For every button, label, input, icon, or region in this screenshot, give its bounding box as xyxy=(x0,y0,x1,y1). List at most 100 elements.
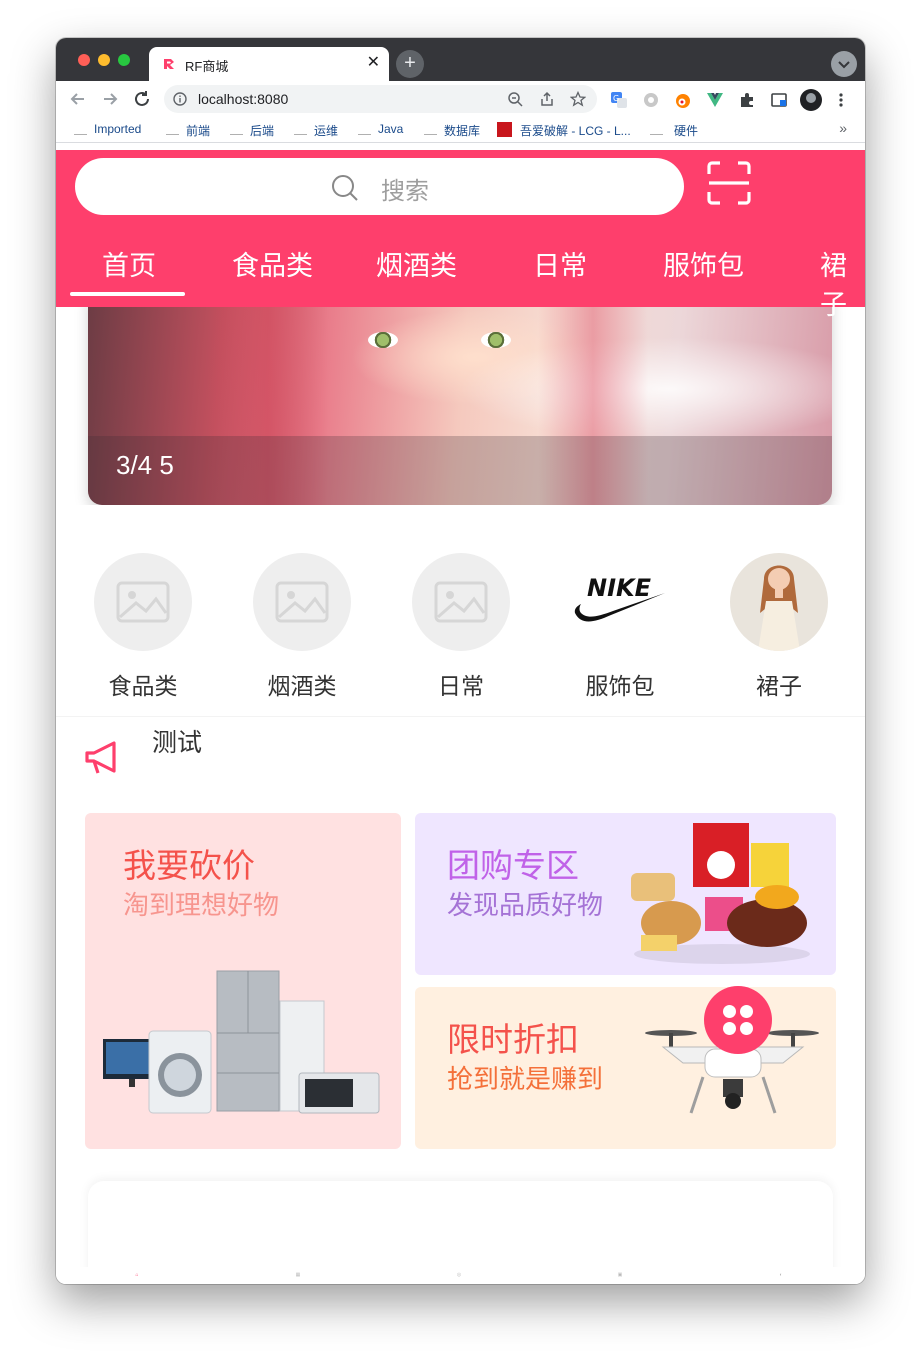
appliances-illustration xyxy=(103,970,380,1114)
folder-icon xyxy=(294,126,307,135)
share-icon[interactable] xyxy=(539,91,555,107)
tab-strip: RF商城 ✕ + xyxy=(56,38,865,81)
shortcut-food[interactable]: 食品类 xyxy=(94,553,192,701)
reading-list-icon[interactable] xyxy=(770,91,788,109)
image-placeholder-icon xyxy=(412,553,510,651)
shortcut-skirts[interactable]: 裙子 xyxy=(730,553,828,701)
folder-icon xyxy=(650,126,663,135)
tab-search-button[interactable] xyxy=(831,51,857,77)
user-icon[interactable]: ◐ xyxy=(776,1270,786,1280)
new-tab-button[interactable]: + xyxy=(396,50,424,78)
minimize-window-button[interactable] xyxy=(98,54,110,66)
folder-icon xyxy=(230,126,243,135)
bookmark-frontend[interactable]: 前端 xyxy=(186,122,210,139)
tab-home[interactable]: 首页 xyxy=(102,244,156,283)
svg-text:G: G xyxy=(613,94,619,103)
discover-icon[interactable]: ◎ xyxy=(454,1270,464,1280)
tab-skirts[interactable]: 裙子 xyxy=(820,244,865,322)
active-tab-indicator xyxy=(70,292,185,296)
shortcut-label: 日常 xyxy=(438,673,484,699)
close-tab-icon[interactable]: ✕ xyxy=(367,53,380,73)
browser-window: RF商城 ✕ + localhost:8080 G Imported 前端 后端… xyxy=(56,38,865,1284)
search-input[interactable]: 搜索 xyxy=(75,158,684,215)
shortcut-label: 裙子 xyxy=(756,673,802,699)
snacks-illustration xyxy=(631,823,810,964)
shortcut-tobacco-alcohol[interactable]: 烟酒类 xyxy=(253,553,351,701)
profile-avatar[interactable] xyxy=(800,89,822,111)
vue-devtools-icon[interactable] xyxy=(706,91,724,109)
banner-carousel[interactable]: 3/4 5 xyxy=(88,294,832,505)
tab-food[interactable]: 食品类 xyxy=(232,244,313,283)
notice-bar[interactable]: 测试 xyxy=(56,716,865,794)
promo-group-subtitle: 发现品质好物 xyxy=(447,890,604,920)
promo-bargain-subtitle: 淘到理想好物 xyxy=(123,890,280,920)
maximize-window-button[interactable] xyxy=(118,54,130,66)
rf-favicon-icon xyxy=(164,59,174,69)
category-icon[interactable]: ▦ xyxy=(293,1270,303,1280)
search-icon xyxy=(332,175,358,201)
shortcut-daily[interactable]: 日常 xyxy=(412,553,510,701)
bookmark-ops[interactable]: 运维 xyxy=(314,122,338,139)
promo-group-title: 团购专区 xyxy=(447,847,579,884)
tab-daily[interactable]: 日常 xyxy=(533,244,587,283)
tab-apparel[interactable]: 服饰包 xyxy=(663,244,744,283)
close-window-button[interactable] xyxy=(78,54,90,66)
gear-extension-icon[interactable] xyxy=(642,91,660,109)
zoom-icon[interactable] xyxy=(507,91,523,107)
nike-logo: NIKE xyxy=(571,553,669,651)
bookmark-backend[interactable]: 后端 xyxy=(250,122,274,139)
bookmarks-overflow-icon[interactable]: » xyxy=(839,120,847,136)
forward-icon[interactable] xyxy=(99,88,121,110)
translate-extension-icon[interactable]: G xyxy=(610,91,628,109)
model-photo xyxy=(730,553,828,651)
four-petal-menu-icon xyxy=(723,1005,753,1035)
floating-menu-button[interactable] xyxy=(704,986,772,1054)
extensions-puzzle-icon[interactable] xyxy=(738,91,756,109)
bookmark-java[interactable]: Java xyxy=(378,122,403,136)
promo-bargain[interactable]: 我要砍价 淘到理想好物 xyxy=(85,813,401,1149)
bookmark-hardware[interactable]: 硬件 xyxy=(674,122,698,139)
shortcut-label: 食品类 xyxy=(108,673,178,699)
url-text[interactable]: localhost:8080 xyxy=(198,91,288,107)
shortcut-apparel[interactable]: NIKE 服饰包 xyxy=(571,553,669,701)
image-placeholder-icon xyxy=(94,553,192,651)
bookmark-imported[interactable]: Imported xyxy=(94,122,141,136)
back-icon[interactable] xyxy=(67,88,89,110)
folder-icon xyxy=(166,126,179,135)
banner-caption-bar xyxy=(88,436,832,505)
cart-icon[interactable]: ▣ xyxy=(615,1270,625,1280)
promo-discount[interactable]: 限时折扣 抢到就是赚到 xyxy=(415,987,836,1149)
search-placeholder: 搜索 xyxy=(381,178,429,205)
page-viewport: 3/4 5 搜索 首页 食品类 烟酒类 日常 服饰包 裙子 食品类 烟酒类 日常… xyxy=(56,150,865,1284)
browser-menu-icon[interactable] xyxy=(834,91,848,109)
bookmark-database[interactable]: 数据库 xyxy=(444,122,480,139)
shortcut-label: 烟酒类 xyxy=(267,673,337,699)
52pojie-favicon-icon xyxy=(497,122,512,137)
scan-icon[interactable] xyxy=(707,161,751,205)
promo-discount-subtitle: 抢到就是赚到 xyxy=(447,1064,604,1094)
home-icon[interactable]: ⌂ xyxy=(132,1270,142,1280)
banner-counter: 3/4 5 xyxy=(116,450,174,480)
promo-group-buy[interactable]: 团购专区 发现品质好物 xyxy=(415,813,836,975)
bookmark-52pojie[interactable]: 吾爱破解 - LCG - L... xyxy=(520,122,631,139)
reload-icon[interactable] xyxy=(131,88,153,110)
tab-tobacco-alcohol[interactable]: 烟酒类 xyxy=(376,244,457,283)
browser-tab-active[interactable]: RF商城 ✕ xyxy=(149,47,389,81)
banner-image-detail xyxy=(481,332,511,348)
bookmarks-bar: Imported 前端 后端 运维 Java 数据库 吾爱破解 - LCG - … xyxy=(56,117,865,143)
site-info-icon[interactable] xyxy=(173,92,187,106)
notice-text: 测试 xyxy=(152,729,203,757)
folder-icon xyxy=(424,126,437,135)
app-header: 搜索 首页 食品类 烟酒类 日常 服饰包 裙子 xyxy=(56,150,865,320)
svg-text:NIKE: NIKE xyxy=(587,574,652,602)
megaphone-icon xyxy=(85,741,116,774)
banner-image-detail xyxy=(368,332,398,348)
chevron-down-icon xyxy=(838,61,850,69)
tab-title: RF商城 xyxy=(185,59,229,74)
folder-icon xyxy=(74,126,87,135)
bookmark-star-icon[interactable] xyxy=(570,91,586,107)
promo-bargain-title: 我要砍价 xyxy=(123,847,255,884)
browser-toolbar: localhost:8080 G xyxy=(56,81,865,117)
address-bar[interactable]: localhost:8080 xyxy=(164,85,597,113)
weibo-extension-icon[interactable] xyxy=(674,91,692,109)
